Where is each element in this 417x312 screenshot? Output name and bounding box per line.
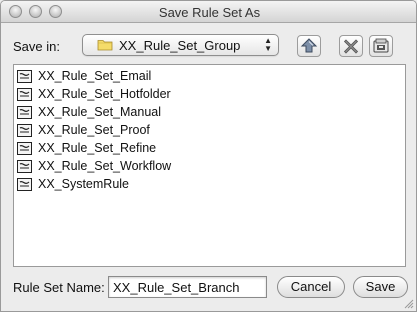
folder-name: XX_Rule_Set_Group — [119, 38, 241, 53]
file-name: XX_Rule_Set_Manual — [38, 105, 161, 119]
list-item[interactable]: XX_Rule_Set_Refine — [17, 140, 397, 158]
up-folder-button[interactable] — [297, 35, 321, 57]
folder-location-popup[interactable]: XX_Rule_Set_Group ▲ ▼ — [82, 34, 279, 56]
save-button[interactable]: Save — [353, 276, 408, 298]
delete-icon — [343, 39, 359, 54]
file-name: XX_Rule_Set_Hotfolder — [38, 87, 171, 101]
list-item[interactable]: XX_Rule_Set_Hotfolder — [17, 86, 397, 104]
rule-set-file-icon — [17, 160, 32, 173]
file-name: XX_Rule_Set_Refine — [38, 141, 157, 155]
window-title: Save Rule Set As — [158, 5, 261, 20]
save-dialog: Save Rule Set As Save in: XX_Rule_Set_Gr… — [0, 0, 417, 312]
title-bar[interactable]: Save Rule Set As — [1, 1, 416, 23]
rule-set-name-label: Rule Set Name: — [13, 280, 105, 295]
rule-set-file-icon — [17, 124, 32, 137]
file-name: XX_Rule_Set_Proof — [38, 123, 150, 137]
file-name: XX_SystemRule — [38, 177, 130, 191]
folder-icon — [97, 40, 113, 51]
rule-set-file-icon — [17, 142, 32, 155]
save-in-label: Save in: — [13, 39, 60, 54]
rule-set-file-icon — [17, 70, 32, 83]
new-folder-button[interactable] — [369, 35, 393, 57]
list-item[interactable]: XX_Rule_Set_Email — [17, 68, 397, 86]
chevron-up-down-icon: ▲ ▼ — [264, 36, 272, 53]
list-item[interactable]: XX_Rule_Set_Proof — [17, 122, 397, 140]
file-name: XX_Rule_Set_Email — [38, 69, 152, 83]
rule-set-file-icon — [17, 178, 32, 191]
list-item[interactable]: XX_Rule_Set_Workflow — [17, 158, 397, 176]
up-folder-icon — [300, 38, 318, 53]
list-item[interactable]: XX_SystemRule — [17, 176, 397, 194]
delete-button[interactable] — [339, 35, 363, 57]
resize-grip-icon[interactable] — [404, 299, 414, 309]
rule-set-name-field[interactable] — [108, 276, 267, 298]
list-item[interactable]: XX_Rule_Set_Manual — [17, 104, 397, 122]
rule-set-file-icon — [17, 88, 32, 101]
file-name: XX_Rule_Set_Workflow — [38, 159, 172, 173]
cancel-button[interactable]: Cancel — [277, 276, 345, 298]
rule-set-file-icon — [17, 106, 32, 119]
new-folder-icon — [373, 38, 389, 53]
file-list[interactable]: XX_Rule_Set_Email XX_Rule_Set_Hotfolder … — [13, 64, 406, 267]
